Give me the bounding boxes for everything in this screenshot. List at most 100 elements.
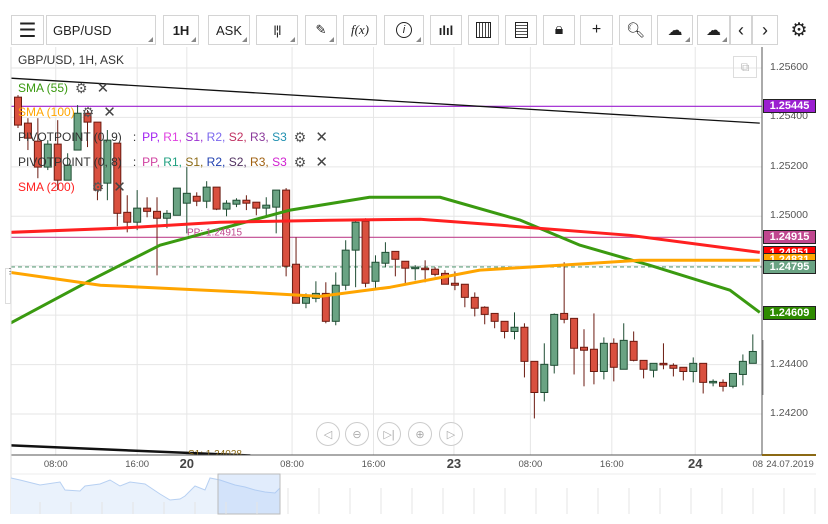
zoom-in-icon: ⊕ (415, 428, 425, 441)
gear-icon[interactable]: ⚙ (294, 129, 307, 146)
candle-body (689, 362, 698, 372)
candle-body (411, 266, 420, 270)
x-tick-label: 23 (446, 456, 462, 471)
candle-body (540, 363, 549, 393)
candle-body (172, 187, 181, 216)
candle-body (133, 207, 142, 223)
jump-latest-button[interactable]: ▷| (377, 422, 401, 446)
pivot8-label: PIVOTPOINT (0, 8) (18, 155, 122, 169)
x-tick-label: 20 (179, 456, 195, 471)
pivot9-label: PIVOTPOINT (0, 9) (18, 130, 122, 144)
candle-body (748, 350, 757, 364)
legend-pivot9: PIVOTPOINT (0, 9) : PP, R1, S1, R2, S2, … (18, 128, 328, 147)
pivot-level-s2: S2, (228, 130, 251, 144)
legend-sma200: SMA (200) ⚙ ✕ (18, 178, 126, 197)
candle-body (580, 346, 589, 351)
x-tick-label: 08:00 (280, 459, 304, 470)
candle-body (450, 282, 459, 286)
pivot-level-r1: R1, (163, 130, 186, 144)
chevron-right-icon: ▷ (446, 428, 456, 441)
candle-body (371, 261, 380, 282)
pivot-level-r1: R1, (163, 155, 186, 169)
close-icon[interactable]: ✕ (315, 153, 328, 171)
x-tick-label: 16:00 (361, 459, 386, 470)
navigator-window (217, 473, 281, 515)
pivot9-levels: PP, R1, S1, R2, S2, R3, S3 (142, 130, 287, 144)
candle-body (381, 251, 390, 264)
skip-end-icon: ▷| (383, 428, 395, 441)
candle-body (391, 250, 400, 260)
candle-body (639, 359, 648, 370)
candle-body (490, 312, 499, 322)
candle-body (669, 364, 678, 369)
candle-body (162, 212, 171, 219)
separator: : (132, 155, 137, 169)
y-tick-label: 1.24200 (770, 406, 808, 419)
y-tick-label: 1.24400 (770, 357, 808, 370)
candle-body (252, 201, 261, 209)
close-icon[interactable]: ✕ (113, 178, 126, 196)
popout-button[interactable]: ⧉ (733, 56, 757, 78)
pivot-level-s2: S2, (228, 155, 251, 169)
candle-body (301, 296, 310, 304)
candle-body (351, 221, 360, 251)
pivot-level-r2: R2, (206, 130, 229, 144)
candle-body (510, 326, 519, 332)
close-icon[interactable]: ✕ (103, 103, 116, 121)
chart-title: GBP/USD, 1H, ASK (18, 53, 125, 67)
panel-resize-handle[interactable]: ⋮ (5, 268, 14, 304)
candle-body (460, 283, 469, 298)
candle-body (679, 366, 688, 372)
pivot-level-pp: PP, (142, 130, 164, 144)
candle-body (431, 268, 440, 275)
candle-body (470, 296, 479, 309)
candle-body (202, 186, 211, 202)
gear-icon[interactable]: ⚙ (75, 80, 88, 97)
gear-icon[interactable]: ⚙ (82, 104, 95, 121)
gear-icon[interactable]: ⚙ (92, 179, 105, 196)
scroll-left-button[interactable]: ◁ (316, 422, 340, 446)
zoom-out-button[interactable]: ⊖ (345, 422, 369, 446)
gear-icon[interactable]: ⚙ (294, 154, 307, 171)
price-label: 1.24795 (763, 259, 816, 274)
candle-body (321, 292, 330, 322)
price-chart[interactable]: PP: 1.24915S1: 1.24028 (0, 0, 828, 524)
candle-body (599, 342, 608, 372)
price-label: 1.24915 (763, 230, 816, 245)
legend-sma100: SMA (100) ⚙ ✕ (18, 103, 116, 122)
candle-body (500, 320, 509, 332)
close-icon[interactable]: ✕ (97, 79, 110, 97)
legend-sma55: SMA (55) ⚙ ✕ (18, 79, 110, 98)
y-tick-label: 1.25200 (770, 159, 808, 172)
candle-body (649, 362, 658, 371)
candle-body (560, 312, 569, 320)
x-tick-label: 16:00 (599, 459, 624, 470)
candle-body (609, 342, 618, 368)
y-tick-label: 1.25600 (770, 61, 808, 73)
x-tick-label: 08:00 (518, 459, 543, 470)
zoom-in-button[interactable]: ⊕ (408, 422, 432, 446)
candle-body (232, 199, 241, 205)
y-tick-label: 1.25000 (770, 209, 808, 222)
chevron-left-icon: ◁ (323, 428, 333, 441)
pivot8-levels: PP, R1, S1, R2, S2, R3, S3 (142, 155, 287, 169)
trendline (11, 77, 760, 124)
x-tick-label: 08:00 (43, 459, 68, 470)
pivot-level-s3: S3 (272, 155, 287, 169)
popout-icon: ⧉ (740, 60, 750, 74)
candle-body (629, 340, 638, 361)
price-label: 1.25445 (763, 99, 816, 114)
zoom-out-icon: ⊖ (352, 428, 362, 441)
x-tick-label: 24 (687, 456, 703, 471)
candle-body (530, 360, 539, 393)
scroll-right-button[interactable]: ▷ (439, 422, 463, 446)
sma55-label: SMA (55) (18, 81, 69, 95)
candle-body (619, 339, 628, 370)
candle-body (401, 260, 410, 269)
pivot-level-r3: R3, (250, 130, 273, 144)
pivot-level-s1: S1, (185, 155, 207, 169)
x-tick-label: 16:00 (125, 459, 150, 470)
close-icon[interactable]: ✕ (315, 128, 328, 146)
candle-body (709, 380, 718, 384)
pivot-level-pp: PP, (142, 155, 164, 169)
